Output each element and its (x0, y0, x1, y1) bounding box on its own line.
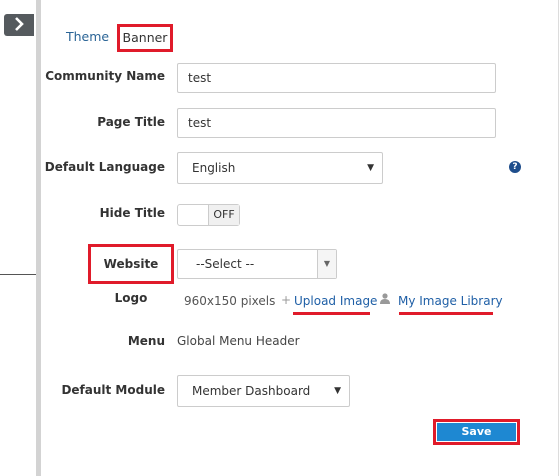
logo-size-hint: 960x150 pixels (184, 294, 276, 308)
background-divider (0, 274, 36, 275)
help-icon[interactable]: ? (509, 161, 521, 173)
image-library-highlight (399, 312, 493, 315)
collapse-panel-button[interactable] (4, 14, 34, 36)
tab-banner[interactable]: Banner (117, 24, 173, 52)
default-module-label: Default Module (61, 383, 165, 397)
community-name-input[interactable]: test (177, 63, 496, 93)
hide-title-label: Hide Title (99, 206, 165, 220)
default-language-value: English (192, 161, 236, 175)
website-logo-value: --Select -- (196, 257, 255, 271)
upload-image-highlight (293, 312, 370, 315)
page-title-input[interactable]: test (177, 108, 496, 138)
image-library-link[interactable]: My Image Library (398, 294, 503, 308)
toggle-knob (178, 205, 209, 225)
tab-theme[interactable]: Theme (66, 24, 109, 56)
default-module-select[interactable]: Member Dashboard ▼ (177, 375, 350, 407)
hide-title-toggle[interactable]: OFF (177, 204, 240, 226)
page-title-label: Page Title (97, 115, 165, 129)
save-button-highlight: Save Settings (433, 419, 520, 456)
user-icon (380, 293, 390, 307)
caret-down-icon: ▼ (334, 386, 341, 396)
menu-value: Global Menu Header (177, 334, 300, 348)
default-language-label: Default Language (44, 160, 165, 174)
tab-bar: Theme Banner (41, 24, 558, 56)
menu-label: Menu (127, 334, 165, 348)
toggle-state: OFF (209, 205, 239, 225)
website-logo-label: Website Logo (88, 244, 174, 305)
default-module-value: Member Dashboard (192, 384, 311, 398)
chevron-right-icon (13, 16, 25, 34)
website-logo-select[interactable]: --Select -- ▼ (177, 249, 337, 279)
community-name-label: Community Name (45, 69, 165, 83)
plus-icon: + (281, 293, 292, 307)
save-settings-button[interactable]: Save Settings (437, 423, 516, 456)
default-language-select[interactable]: English ▼ (177, 152, 383, 184)
caret-down-icon: ▼ (367, 163, 374, 173)
caret-down-icon: ▼ (317, 250, 336, 278)
background-area (0, 0, 36, 476)
settings-panel: Theme Banner Community Name test Page Ti… (36, 0, 559, 476)
upload-image-link[interactable]: Upload Image (294, 294, 377, 308)
